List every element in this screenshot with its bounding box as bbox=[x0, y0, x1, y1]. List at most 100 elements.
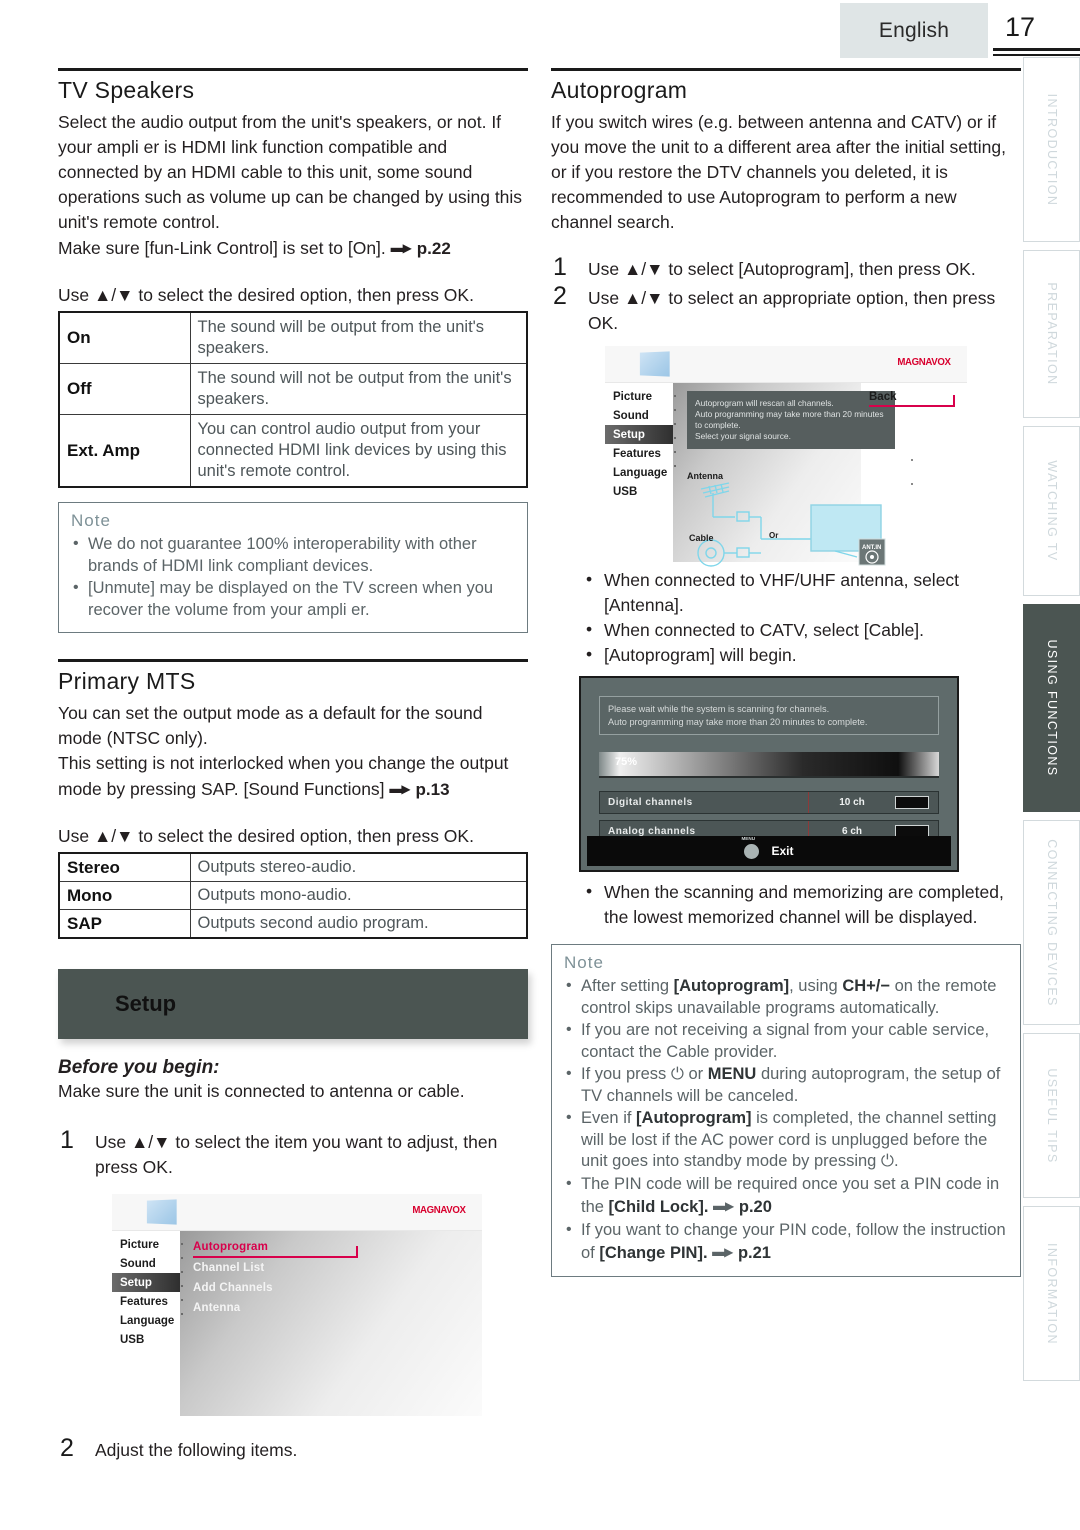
note-box-tv-speakers: Note We do not guarantee 100% interopera… bbox=[58, 502, 528, 633]
menu-button-icon[interactable] bbox=[741, 836, 760, 859]
language-tab: English bbox=[840, 3, 988, 58]
osd-topbar: MAGNAVOX bbox=[605, 346, 967, 383]
bullet-item: When the scanning and memorizing are com… bbox=[586, 879, 1021, 930]
osd-nav-item-picture[interactable]: Picture bbox=[605, 387, 673, 406]
scan-progress-percent: 75% bbox=[615, 756, 638, 768]
option-key: SAP bbox=[58, 909, 191, 939]
side-tab-information[interactable]: INFORMATION bbox=[1023, 1206, 1080, 1381]
side-tab-label: INTRODUCTION bbox=[1044, 93, 1059, 206]
osd-nav-item-language[interactable]: Language bbox=[112, 1311, 180, 1330]
option-key: Ext. Amp bbox=[58, 414, 191, 488]
scan-row-indicator bbox=[895, 796, 929, 809]
step-text: Use ▲/▼ to select an appropriate option,… bbox=[588, 288, 996, 333]
step-number: 1 bbox=[553, 253, 567, 281]
side-tab-using-functions[interactable]: USING FUNCTIONS bbox=[1023, 604, 1080, 812]
osd-right-column: Back bbox=[861, 383, 967, 562]
note-page-ref: p.20 bbox=[738, 1198, 772, 1216]
side-tab-useful-tips[interactable]: USEFUL TIPS bbox=[1023, 1033, 1080, 1198]
osd-back-button[interactable]: Back bbox=[869, 391, 955, 409]
language-label: English bbox=[878, 18, 950, 42]
note-text: , using bbox=[789, 977, 843, 995]
side-tab-label: USING FUNCTIONS bbox=[1044, 639, 1059, 777]
osd-nav-item-setup[interactable]: Setup bbox=[605, 425, 673, 444]
note-bold: [Change PIN]. bbox=[599, 1244, 708, 1262]
setup-section-banner: Setup bbox=[58, 969, 528, 1039]
note-item: We do not guarantee 100% interoperabilit… bbox=[71, 533, 515, 577]
note-bold: [Autoprogram] bbox=[673, 977, 790, 995]
osd-nav-item-features[interactable]: Features bbox=[605, 444, 673, 463]
option-value: The sound will be output from the unit's… bbox=[189, 311, 528, 364]
side-tab-label: WATCHING TV bbox=[1044, 460, 1059, 562]
osd-back-underline bbox=[869, 395, 955, 407]
note-item: [Unmute] may be displayed on the TV scre… bbox=[71, 577, 515, 621]
note-item: After setting [Autoprogram], using CH+/−… bbox=[564, 975, 1008, 1019]
primary-mts-page-ref: p.13 bbox=[415, 780, 450, 799]
osd-topbar: MAGNAVOX bbox=[112, 1194, 482, 1231]
osd-submenu-item-add-channels[interactable]: Add Channels bbox=[193, 1278, 482, 1298]
bullet-item: When connected to VHF/UHF antenna, selec… bbox=[586, 567, 1021, 618]
bullet-item: [Autoprogram] will begin. bbox=[586, 642, 1021, 668]
side-tab-connecting-devices[interactable]: CONNECTING DEVICES bbox=[1023, 820, 1080, 1025]
diagram-cable-label: Cable bbox=[689, 533, 714, 543]
note-item: If you are not receiving a signal from y… bbox=[564, 1019, 1008, 1063]
scan-row-count: 10 ch bbox=[839, 797, 865, 808]
page-arrow-icon: ▬ bbox=[713, 1195, 734, 1218]
side-tab-introduction[interactable]: INTRODUCTION bbox=[1023, 57, 1080, 242]
table-row: Mono Outputs mono-audio. bbox=[58, 881, 528, 910]
osd-nav-item-sound[interactable]: Sound bbox=[605, 406, 673, 425]
option-value: Outputs mono-audio. bbox=[189, 881, 528, 910]
primary-mts-instruction: Use ▲/▼ to select the desired option, th… bbox=[58, 826, 474, 846]
osd-nav-item-language[interactable]: Language bbox=[605, 463, 673, 482]
primary-mts-reference-line: This setting is not interlocked when you… bbox=[58, 751, 528, 802]
osd-menu-row: Picture Sound Setup Features Language US… bbox=[605, 383, 967, 567]
note-page-ref: p.21 bbox=[737, 1244, 771, 1262]
option-key: On bbox=[58, 311, 191, 364]
page-arrow-icon: ▬ bbox=[391, 235, 412, 261]
osd-nav-list: Picture Sound Setup Features Language US… bbox=[112, 1231, 180, 1416]
heading-autoprogram: Autoprogram bbox=[551, 77, 688, 103]
note-item: If you press ⏻ or MENU during autoprogra… bbox=[564, 1063, 1008, 1107]
osd-dot-column bbox=[674, 383, 677, 562]
step-text: Adjust the following items. bbox=[95, 1440, 298, 1460]
osd-nav-list: Picture Sound Setup Features Language US… bbox=[605, 383, 673, 562]
side-tab-label: PREPARATION bbox=[1044, 282, 1059, 386]
osd-submenu-item-autoprogram[interactable]: Autoprogram bbox=[193, 1237, 482, 1257]
right-column: Autoprogram If you switch wires (e.g. be… bbox=[551, 68, 1021, 1277]
setup-step-2: 2 Adjust the following items. bbox=[58, 1434, 528, 1463]
osd-nav-item-usb[interactable]: USB bbox=[605, 482, 673, 501]
osd-submenu-panel: Autoprogram Channel List Add Channels An… bbox=[180, 1231, 482, 1416]
magnavox-logo: MAGNAVOX bbox=[897, 356, 951, 368]
osd-submenu-item-antenna[interactable]: Antenna bbox=[193, 1298, 482, 1318]
tv-screen-icon bbox=[146, 1199, 177, 1225]
osd-nav-item-sound[interactable]: Sound bbox=[112, 1254, 180, 1273]
section-rule-primary-mts bbox=[58, 659, 528, 662]
option-value: Outputs stereo-audio. bbox=[189, 852, 528, 882]
tv-speakers-reference-line: Make sure [fun-Link Control] is set to [… bbox=[58, 235, 528, 261]
side-tab-label: USEFUL TIPS bbox=[1044, 1067, 1059, 1164]
scan-row-label: Digital channels bbox=[608, 797, 693, 808]
magnavox-logo: MAGNAVOX bbox=[412, 1204, 466, 1216]
side-tab-watching-tv[interactable]: WATCHING TV bbox=[1023, 426, 1080, 596]
table-row: Off The sound will not be output from th… bbox=[58, 363, 528, 415]
osd-nav-item-picture[interactable]: Picture bbox=[112, 1235, 180, 1254]
tv-screen-icon bbox=[639, 351, 670, 377]
osd-submenu-list: Autoprogram Channel List Add Channels An… bbox=[180, 1231, 482, 1318]
osd-nav-item-usb[interactable]: USB bbox=[112, 1330, 180, 1349]
note-text: If you press ⏻ or bbox=[581, 1065, 708, 1083]
note-text: Even if bbox=[581, 1109, 637, 1127]
table-row: On The sound will be output from the uni… bbox=[58, 311, 528, 364]
table-row: SAP Outputs second audio program. bbox=[58, 909, 528, 939]
step-text: Use ▲/▼ to select the item you want to a… bbox=[95, 1132, 498, 1177]
before-you-begin-text: Make sure the unit is connected to anten… bbox=[58, 1081, 465, 1101]
osd-scanning-progress: Please wait while the system is scanning… bbox=[579, 676, 959, 872]
option-key: Stereo bbox=[58, 852, 191, 882]
scan-bottom-bar: Exit bbox=[587, 836, 951, 866]
page-rule-top bbox=[993, 48, 1080, 51]
step-number: 2 bbox=[553, 282, 567, 310]
side-tab-preparation[interactable]: PREPARATION bbox=[1023, 250, 1080, 418]
osd-submenu-item-channel-list[interactable]: Channel List bbox=[193, 1258, 482, 1278]
osd-nav-item-setup[interactable]: Setup bbox=[112, 1273, 180, 1292]
osd-nav-item-features[interactable]: Features bbox=[112, 1292, 180, 1311]
page-arrow-icon: ▬ bbox=[389, 776, 410, 802]
tv-speakers-option-table: On The sound will be output from the uni… bbox=[58, 311, 528, 488]
